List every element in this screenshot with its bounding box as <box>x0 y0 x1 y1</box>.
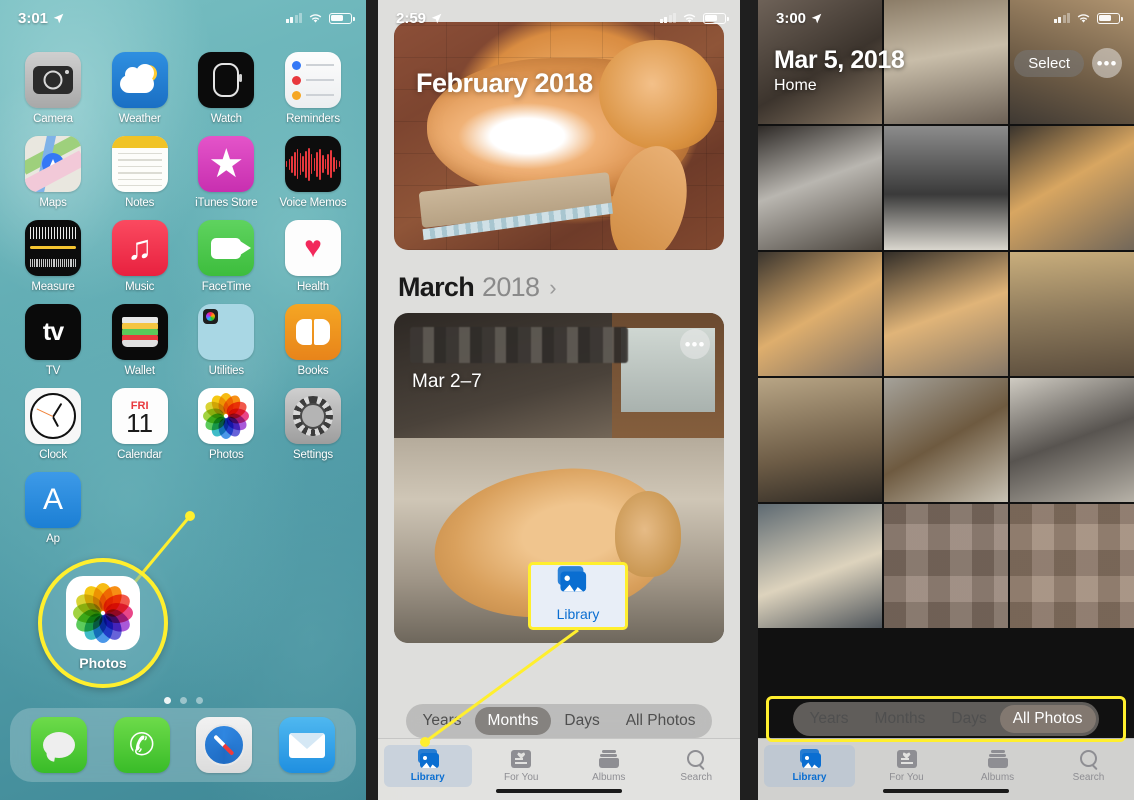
photos-app-months-view: February 2018 March 2018 › Mar 2–7 ••• 2… <box>378 0 740 800</box>
tab-label: Albums <box>980 772 1015 783</box>
battery-icon <box>703 12 729 24</box>
status-left: 3:01 <box>18 10 64 27</box>
for-you-icon <box>895 749 919 769</box>
status-bar: 2:59 <box>378 0 740 30</box>
photo-thumbnail-pixelated-2[interactable] <box>1010 504 1134 628</box>
status-left: 3:00 <box>776 10 822 27</box>
status-right <box>1053 12 1123 24</box>
status-bar: 3:01 <box>0 0 366 30</box>
segment-years[interactable]: Years <box>796 705 861 733</box>
screenshot-stage: 3:01 Camera Weather Watch Reminders Maps… <box>0 0 1134 800</box>
location-arrow-icon <box>431 13 442 23</box>
photo-thumbnail-orange-cat-bed[interactable] <box>1010 126 1134 250</box>
photos-app-callout[interactable]: Photos <box>38 558 168 688</box>
cellular-signal-icon <box>1053 13 1070 23</box>
tab-search[interactable]: Search <box>1043 745 1134 787</box>
callout-label: Library <box>556 605 600 622</box>
segment-group: Years Months Days All Photos <box>793 702 1099 736</box>
status-time: 3:01 <box>18 9 49 27</box>
wifi-icon <box>1077 13 1090 23</box>
wifi-icon <box>309 13 322 23</box>
library-callout-anchor-dot <box>420 737 430 747</box>
header-actions: Select ••• <box>1014 48 1122 78</box>
photo-thumbnail-tuxedo-cat[interactable] <box>1010 378 1134 502</box>
status-left: 2:59 <box>396 10 442 27</box>
segment-months[interactable]: Months <box>862 705 939 733</box>
albums-icon <box>986 749 1010 769</box>
segment-all-photos[interactable]: All Photos <box>999 705 1096 733</box>
panel-photos-months: February 2018 March 2018 › Mar 2–7 ••• 2… <box>378 0 740 800</box>
status-time: 3:00 <box>776 9 807 27</box>
panel-divider <box>366 0 378 800</box>
photo-thumbnail-pixelated-1[interactable] <box>884 504 1008 628</box>
panel-photos-all: 3:00 Mar 5, 2018 Home Select ••• Years M… <box>758 0 1134 800</box>
status-bar: 3:00 <box>758 0 1134 30</box>
photo-library-icon <box>555 565 601 604</box>
battery-icon <box>329 12 355 24</box>
panel-home-screen: 3:01 Camera Weather Watch Reminders Maps… <box>0 0 366 800</box>
tab-label: Library <box>792 772 827 783</box>
segment-days[interactable]: Days <box>938 705 999 733</box>
photo-grid[interactable] <box>758 0 1134 738</box>
day-subtitle: Home <box>774 77 817 94</box>
status-right <box>285 12 355 24</box>
more-ellipsis-icon[interactable]: ••• <box>1092 48 1122 78</box>
photo-thumbnail-cat-window[interactable] <box>884 378 1008 502</box>
tab-label: For You <box>889 772 924 783</box>
tab-label: Search <box>1072 772 1105 783</box>
library-tab-callout[interactable]: Library <box>528 562 628 630</box>
photo-thumbnail-room-tv[interactable] <box>758 378 882 502</box>
battery-icon <box>1097 12 1123 24</box>
search-icon <box>1077 749 1101 769</box>
panel-divider <box>740 0 758 800</box>
photo-thumbnail-grey-cat[interactable] <box>758 126 882 250</box>
cellular-signal-icon <box>659 13 676 23</box>
status-time: 2:59 <box>396 9 427 27</box>
day-header: Mar 5, 2018 Home <box>774 46 905 95</box>
callout-anchor-dot <box>185 511 195 521</box>
select-button[interactable]: Select <box>1014 49 1084 77</box>
day-title: Mar 5, 2018 <box>774 46 905 74</box>
callout-leader-line <box>128 515 192 589</box>
home-indicator <box>883 788 1009 793</box>
timeline-segmented-control: Years Months Days All Photos <box>758 702 1134 736</box>
photo-thumbnail-dark-shelf[interactable] <box>884 126 1008 250</box>
location-arrow-icon <box>53 13 64 23</box>
status-right <box>659 12 729 24</box>
photo-thumbnail-orange-cat-stretch[interactable] <box>884 252 1008 376</box>
photo-thumbnail-living-room[interactable] <box>1010 252 1134 376</box>
cellular-signal-icon <box>285 13 302 23</box>
tab-for-you[interactable]: For You <box>861 745 952 787</box>
photo-thumbnail-orange-cat-lying[interactable] <box>758 252 882 376</box>
photos-icon <box>66 575 140 650</box>
wifi-icon <box>683 13 696 23</box>
photo-thumbnail-dog-sofa[interactable] <box>758 504 882 628</box>
library-callout-leader-line <box>424 628 579 744</box>
photo-library-icon <box>798 749 822 769</box>
tab-albums[interactable]: Albums <box>952 745 1043 787</box>
tab-library[interactable]: Library <box>764 745 855 787</box>
photos-app-all-photos-view: 3:00 Mar 5, 2018 Home Select ••• Years M… <box>758 0 1134 800</box>
callout-label: Photos <box>79 654 127 671</box>
location-arrow-icon <box>811 13 822 23</box>
